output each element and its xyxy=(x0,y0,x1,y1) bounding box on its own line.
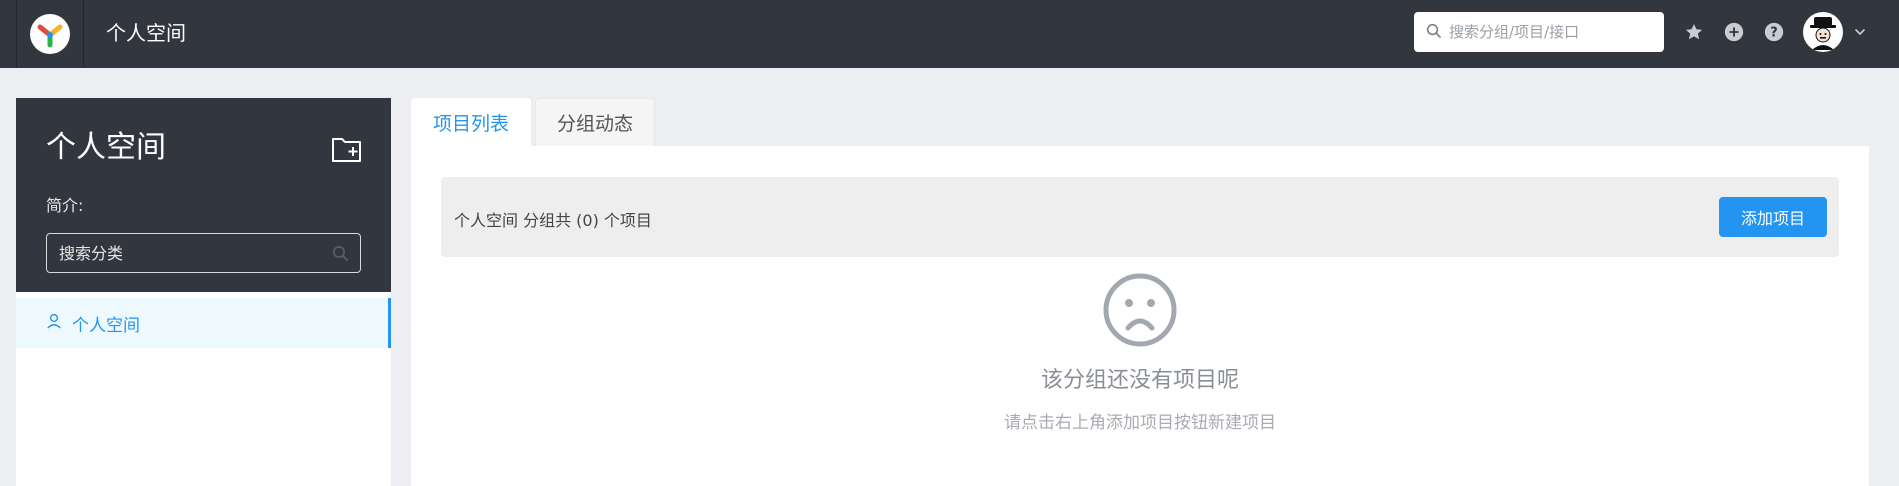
page-title: 个人空间 xyxy=(106,21,186,45)
project-summary-bar: 个人空间 分组共 (0) 个项目 添加项目 xyxy=(441,177,1839,257)
add-circle-icon[interactable] xyxy=(1723,21,1745,43)
chevron-down-icon[interactable] xyxy=(1853,24,1867,38)
empty-state-subtitle: 请点击右上角添加项目按钮新建项目 xyxy=(1004,413,1276,433)
user-icon xyxy=(46,313,62,333)
search-icon xyxy=(332,245,348,265)
intro-label: 简介: xyxy=(46,196,84,215)
sidebar-item-personal-space[interactable]: 个人空间 xyxy=(16,298,391,348)
add-project-button[interactable]: 添加项目 xyxy=(1719,197,1827,237)
project-list-panel: 个人空间 分组共 (0) 个项目 添加项目 该分组还没有项目呢 请点击右上角添加… xyxy=(411,146,1869,486)
sidebar-item-label: 个人空间 xyxy=(72,315,140,336)
group-sidebar: 个人空间 简介: 个人空间 xyxy=(16,98,391,486)
search-input[interactable] xyxy=(1449,23,1659,41)
sad-face-icon xyxy=(1102,272,1178,348)
app-logo[interactable] xyxy=(16,0,84,68)
top-navbar: 个人空间 ? xyxy=(0,0,1899,68)
sidebar-title: 个人空间 xyxy=(46,130,166,165)
search-icon xyxy=(1426,23,1441,42)
global-search[interactable] xyxy=(1414,12,1664,52)
logo-icon xyxy=(30,14,70,54)
project-count-text: 个人空间 分组共 (0) 个项目 xyxy=(454,211,652,230)
star-icon[interactable] xyxy=(1683,21,1705,43)
avatar[interactable] xyxy=(1803,12,1843,52)
empty-state: 该分组还没有项目呢 请点击右上角添加项目按钮新建项目 xyxy=(411,272,1869,433)
svg-text:?: ? xyxy=(1770,26,1777,41)
category-search-input[interactable] xyxy=(59,243,319,263)
help-icon[interactable]: ? xyxy=(1763,21,1785,43)
empty-state-title: 该分组还没有项目呢 xyxy=(1040,368,1239,393)
tab-project-list[interactable]: 项目列表 xyxy=(411,98,531,146)
folder-add-icon[interactable] xyxy=(331,134,363,164)
category-search[interactable] xyxy=(46,233,361,273)
sidebar-header: 个人空间 简介: xyxy=(16,98,391,292)
tab-group-activity[interactable]: 分组动态 xyxy=(535,98,655,146)
